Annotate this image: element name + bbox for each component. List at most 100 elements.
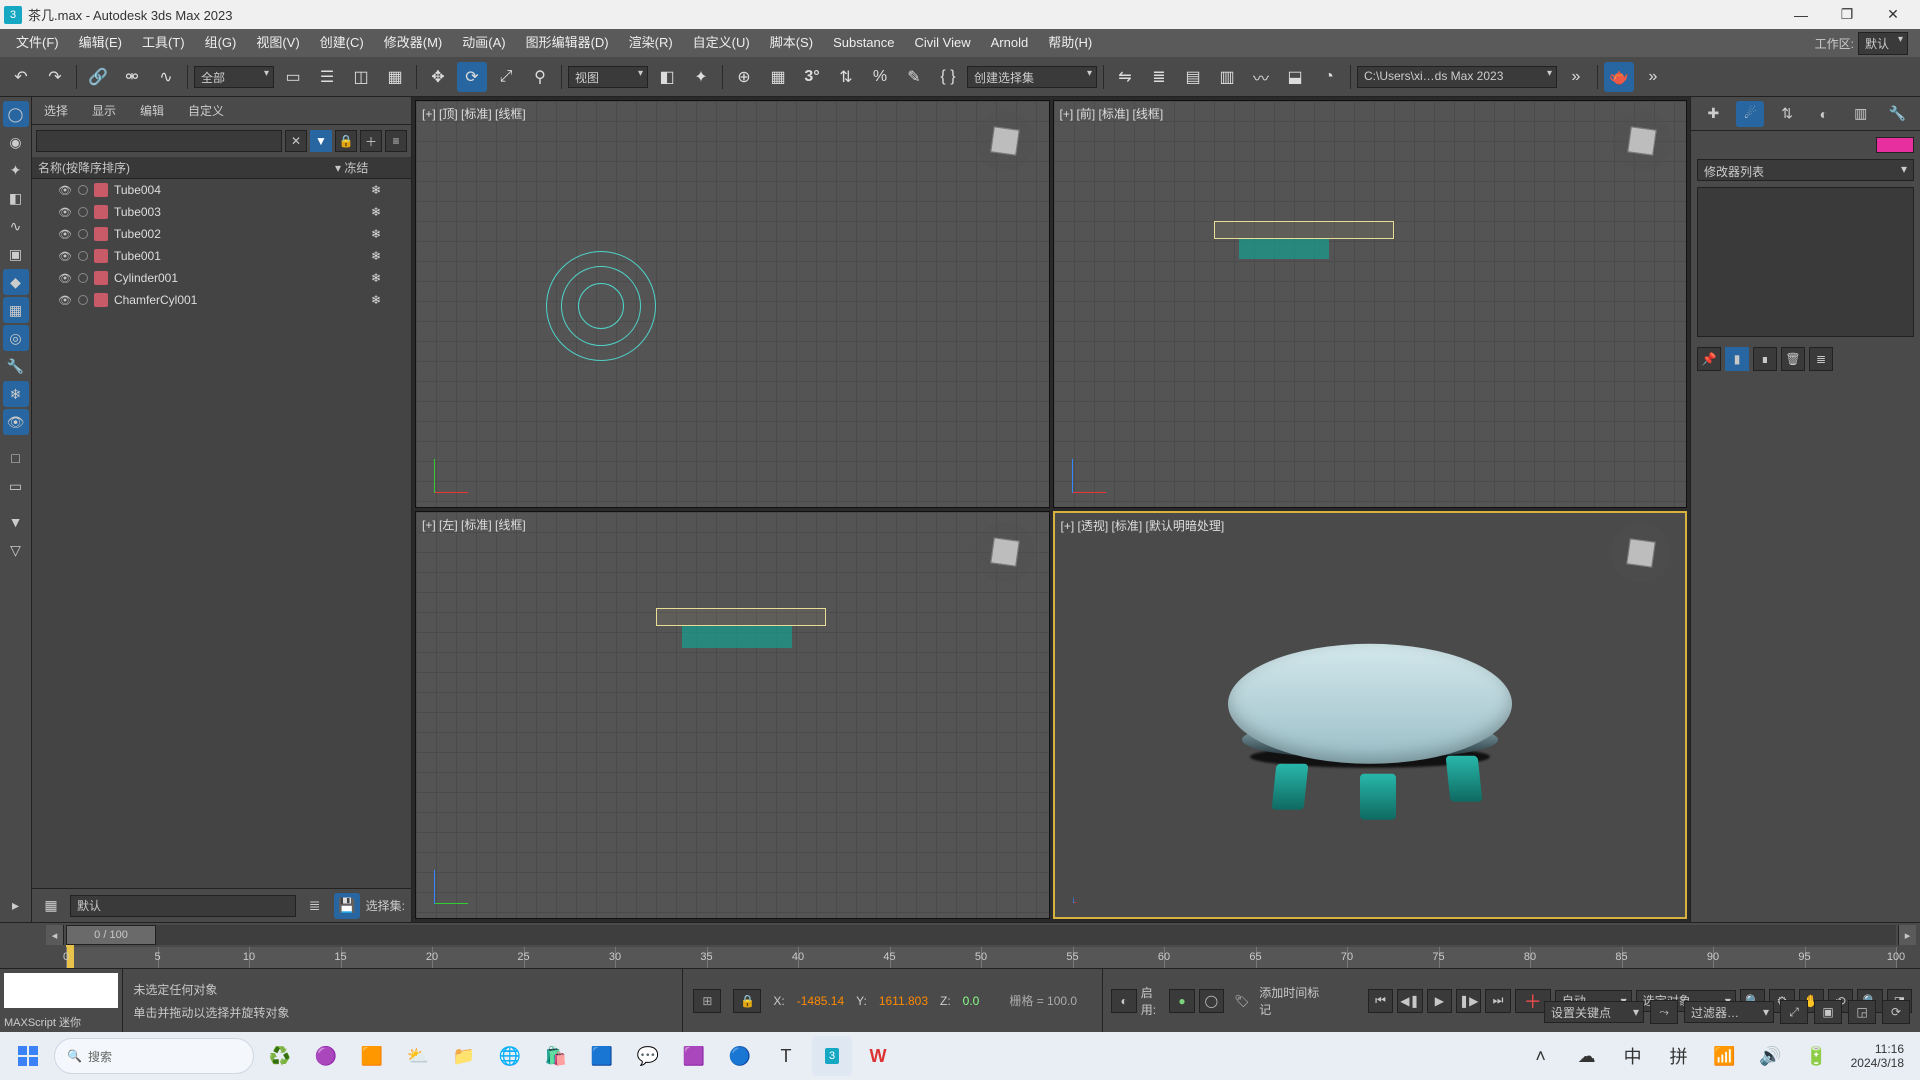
render-button[interactable]: »	[1638, 62, 1668, 92]
utilities-tab-icon[interactable]: 🔧	[1884, 101, 1912, 127]
taskbar-weather-icon[interactable]: ⛅	[398, 1036, 438, 1076]
disp-lights-icon[interactable]: ✦	[3, 157, 29, 183]
workspace-dropdown[interactable]: 默认	[1858, 32, 1908, 55]
viewcube-icon[interactable]	[975, 111, 1035, 171]
time-slider[interactable]: ◂ 0 / 100 ▸	[66, 925, 1896, 945]
scene-tab-display[interactable]: 显示	[80, 97, 128, 124]
taskbar-recycle-icon[interactable]: ♻️	[260, 1036, 300, 1076]
window-crossing-button[interactable]: ▦	[380, 62, 410, 92]
disp-box1-icon[interactable]: □	[3, 445, 29, 471]
menu-arnold[interactable]: Arnold	[981, 29, 1039, 57]
viewport-left-label[interactable]: [+] [左] [标准] [线框]	[422, 516, 526, 533]
menu-edit[interactable]: 编辑(E)	[69, 29, 132, 57]
nav-walk-icon[interactable]: ◲	[1848, 1000, 1876, 1024]
spinner-snap-button[interactable]: ⇅	[831, 62, 861, 92]
eye-icon[interactable]: 👁	[58, 228, 72, 241]
viewcube-icon[interactable]	[1611, 523, 1671, 583]
isolate-icon[interactable]: ◐	[1111, 989, 1136, 1013]
nav-zoom-ext-icon[interactable]: ⤢	[1780, 1000, 1808, 1024]
manip-button[interactable]: ✦	[686, 62, 716, 92]
viewport-persp-label[interactable]: [+] [透视] [标准] [默认明暗处理]	[1061, 517, 1225, 534]
next-frame-button[interactable]: ❚▶	[1456, 989, 1481, 1013]
percent-snap-button[interactable]: %	[865, 62, 895, 92]
toolbar-overflow-button[interactable]: »	[1561, 62, 1591, 92]
menu-graph[interactable]: 图形编辑器(D)	[516, 29, 619, 57]
coord-mode-icon[interactable]: ⊞	[693, 989, 721, 1013]
menu-view[interactable]: 视图(V)	[246, 29, 309, 57]
key-filter-dropdown[interactable]: 过滤器…	[1684, 1001, 1774, 1023]
disp-helpers-icon[interactable]: ∿	[3, 213, 29, 239]
time-next-button[interactable]: ▸	[1898, 925, 1916, 945]
save-selset-icon[interactable]: 💾	[334, 893, 360, 919]
nav-tumble-icon[interactable]: ⟳	[1882, 1000, 1910, 1024]
scene-row[interactable]: 👁Tube004❄	[32, 179, 411, 201]
nav-field-icon[interactable]: ▣	[1814, 1000, 1842, 1024]
scene-row[interactable]: 👁ChamferCyl001❄	[32, 289, 411, 311]
frozen-dot-icon[interactable]	[78, 207, 88, 217]
render-setup-button[interactable]: 🫖	[1604, 62, 1634, 92]
disp-box2-icon[interactable]: ▭	[3, 473, 29, 499]
taskbar-wechat-icon[interactable]: 💬	[628, 1036, 668, 1076]
window-maximize-button[interactable]: ❐	[1824, 0, 1870, 29]
taskbar-explorer-icon[interactable]: 📁	[444, 1036, 484, 1076]
select-region-button[interactable]: ◫	[346, 62, 376, 92]
viewport-top-label[interactable]: [+] [顶] [标准] [线框]	[422, 105, 526, 122]
tray-chevron-icon[interactable]: ˄	[1521, 1036, 1561, 1076]
snap-toggle-button[interactable]: ⊕	[729, 62, 759, 92]
modifier-stack[interactable]	[1697, 187, 1914, 337]
start-button[interactable]	[8, 1036, 48, 1076]
select-object-button[interactable]: ▭	[278, 62, 308, 92]
time-slider-knob[interactable]: 0 / 100	[66, 925, 156, 945]
viewcube-icon[interactable]	[1612, 111, 1672, 171]
edit-named-sel-button[interactable]: ✎	[899, 62, 929, 92]
braces-button[interactable]: { }	[933, 62, 963, 92]
mat-editor-button[interactable]: ◔	[1314, 62, 1344, 92]
ime-mode-icon[interactable]: 拼	[1659, 1036, 1699, 1076]
project-path-dropdown[interactable]: C:\Users\xi…ds Max 2023	[1357, 66, 1557, 88]
rotate-button[interactable]: ⟳	[457, 62, 487, 92]
eye-icon[interactable]: 👁	[58, 250, 72, 263]
funnel-clear-icon[interactable]: ▽	[3, 537, 29, 563]
taskbar-clock[interactable]: 11:16 2024/3/18	[1843, 1042, 1912, 1070]
disp-frozen-icon[interactable]: ❄	[3, 381, 29, 407]
taskbar-app1-icon[interactable]: 🟣	[306, 1036, 346, 1076]
taskbar-store-icon[interactable]: 🛍️	[536, 1036, 576, 1076]
viewport-front[interactable]: [+] [前] [标准] [线框]	[1053, 100, 1688, 508]
taskbar-app6-icon[interactable]: T	[766, 1036, 806, 1076]
eye-icon[interactable]: 👁	[58, 184, 72, 197]
unlink-button[interactable]: ⚮	[117, 62, 147, 92]
scene-tab-edit[interactable]: 编辑	[128, 97, 176, 124]
frozen-dot-icon[interactable]	[78, 251, 88, 261]
menu-civilview[interactable]: Civil View	[905, 29, 981, 57]
selection-set-dropdown[interactable]: 创建选择集	[967, 66, 1097, 88]
scene-row[interactable]: 👁Tube002❄	[32, 223, 411, 245]
freeze-toggle[interactable]: ❄	[341, 205, 411, 219]
disp-particle-icon[interactable]: ◎	[3, 325, 29, 351]
configure-sets-icon[interactable]: ≣	[1809, 347, 1833, 371]
maxscript-input[interactable]	[4, 973, 118, 1008]
disp-container-icon[interactable]: ▦	[3, 297, 29, 323]
tray-cloud-icon[interactable]: ☁	[1567, 1036, 1607, 1076]
viewcube-icon[interactable]	[975, 522, 1035, 582]
bind-button[interactable]: ∿	[151, 62, 181, 92]
taskbar-app4-icon[interactable]: 🟪	[674, 1036, 714, 1076]
scene-tab-select[interactable]: 选择	[32, 97, 80, 124]
scene-tab-custom[interactable]: 自定义	[176, 97, 236, 124]
mirror-button[interactable]: ⇋	[1110, 62, 1140, 92]
disp-hidden-icon[interactable]: 👁	[3, 409, 29, 435]
add-time-label[interactable]: 添加时间标记	[1259, 984, 1324, 1018]
set-key-label[interactable]: 设置关键点	[1544, 1001, 1644, 1023]
ime-lang-icon[interactable]: 中	[1613, 1036, 1653, 1076]
taskbar-search[interactable]: 🔍 搜索	[54, 1038, 254, 1074]
lock-selection-icon[interactable]: 🔒	[733, 989, 761, 1013]
show-end-result-icon[interactable]: ▮	[1725, 347, 1749, 371]
menu-custom[interactable]: 自定义(U)	[683, 29, 760, 57]
disp-cameras-icon[interactable]: ◧	[3, 185, 29, 211]
tray-volume-icon[interactable]: 🔊	[1751, 1036, 1791, 1076]
eye-icon[interactable]: 👁	[58, 294, 72, 307]
schematic-view-button[interactable]: ⬓	[1280, 62, 1310, 92]
viewport-top[interactable]: [+] [顶] [标准] [线框]	[415, 100, 1050, 508]
menu-group[interactable]: 组(G)	[195, 29, 247, 57]
play-button[interactable]: ▶	[1427, 989, 1452, 1013]
menu-help[interactable]: 帮助(H)	[1038, 29, 1102, 57]
